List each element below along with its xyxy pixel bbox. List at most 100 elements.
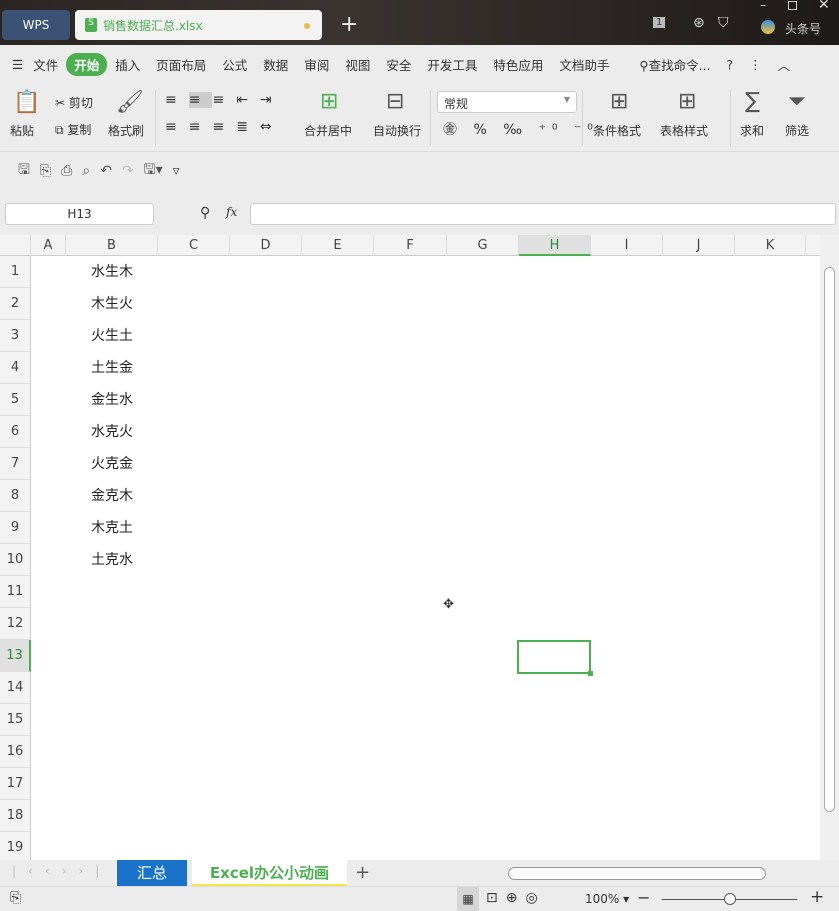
- wps-home-tab[interactable]: WPS: [2, 10, 70, 40]
- print-icon[interactable]: ⎙: [61, 163, 72, 179]
- selected-cell[interactable]: [517, 640, 591, 674]
- cell-B4[interactable]: 土生金: [66, 352, 158, 384]
- sheet-tab-summary[interactable]: 汇总: [117, 860, 187, 886]
- more-save-icon[interactable]: 🖫▾: [144, 159, 163, 183]
- row-header-19[interactable]: 19: [0, 832, 31, 860]
- row-header-8[interactable]: 8: [0, 480, 31, 512]
- help-icon[interactable]: ?: [718, 57, 741, 72]
- menu-data[interactable]: 数据: [255, 55, 296, 74]
- paste-button[interactable]: 粘贴: [10, 122, 34, 139]
- merge-center-button[interactable]: 合并居中: [304, 122, 352, 139]
- column-header-F[interactable]: F: [374, 235, 447, 256]
- cell-B5[interactable]: 金生水: [66, 384, 158, 416]
- align-buttons-bottom[interactable]: ≡≡≡≣⇔: [165, 119, 284, 135]
- cell-B7[interactable]: 火克金: [66, 448, 158, 480]
- format-painter-button[interactable]: 格式刷: [108, 122, 144, 139]
- merge-icon[interactable]: ⊞: [320, 89, 338, 114]
- cell-B8[interactable]: 金克木: [66, 480, 158, 512]
- formula-input[interactable]: [250, 203, 836, 225]
- column-header-B[interactable]: B: [66, 235, 158, 256]
- print-preview-icon[interactable]: ⌕: [82, 163, 90, 179]
- column-header-C[interactable]: C: [158, 235, 230, 256]
- cell-B1[interactable]: 水生木: [66, 256, 158, 288]
- horizontal-scrollbar[interactable]: [508, 867, 766, 880]
- conditional-format-icon[interactable]: ⊞: [610, 89, 628, 114]
- avatar[interactable]: [761, 20, 775, 34]
- column-header-partial[interactable]: [806, 235, 820, 256]
- number-format-buttons[interactable]: ㊎ % ‰ ⁺⁰ ⁻⁰: [443, 119, 599, 139]
- zoom-formula-icon[interactable]: ⚲: [200, 205, 210, 221]
- row-header-3[interactable]: 3: [0, 320, 31, 352]
- row-header-10[interactable]: 10: [0, 544, 31, 576]
- shirt-icon[interactable]: ⛉: [718, 15, 729, 31]
- row-header-18[interactable]: 18: [0, 800, 31, 832]
- table-style-button[interactable]: 表格样式: [660, 122, 708, 139]
- fx-button[interactable]: fx: [226, 205, 237, 219]
- save-icon[interactable]: 🖫: [18, 159, 30, 183]
- more-icon[interactable]: ⋮: [741, 57, 770, 72]
- zoom-level[interactable]: 100% ▾: [585, 892, 629, 906]
- menu-formula[interactable]: 公式: [214, 55, 255, 74]
- number-format-select[interactable]: 常规▼: [437, 91, 577, 113]
- vertical-scrollbar[interactable]: [820, 235, 839, 860]
- cell-B9[interactable]: 木克土: [66, 512, 158, 544]
- cell-B10[interactable]: 土克水: [66, 544, 158, 576]
- name-box[interactable]: H13: [5, 203, 154, 225]
- menu-developer[interactable]: 开发工具: [419, 55, 485, 74]
- menu-file[interactable]: 文件: [25, 55, 66, 74]
- close-button[interactable]: ✕: [818, 0, 830, 13]
- account-name[interactable]: 头条号: [785, 20, 821, 37]
- zoom-slider-handle[interactable]: [724, 893, 736, 905]
- filter-button[interactable]: 筛选: [785, 122, 809, 139]
- export-icon[interactable]: ⎘: [40, 163, 51, 179]
- search-command[interactable]: ⚲查找命令...: [631, 55, 718, 74]
- cell-B3[interactable]: 火生土: [66, 320, 158, 352]
- collapse-ribbon-icon[interactable]: ︿: [770, 55, 799, 74]
- row-header-6[interactable]: 6: [0, 416, 31, 448]
- sheet-tab-active[interactable]: Excel办公小动画: [192, 860, 347, 886]
- menu-review[interactable]: 审阅: [296, 55, 337, 74]
- menu-page-layout[interactable]: 页面布局: [148, 55, 214, 74]
- cut-button[interactable]: ✂ 剪切: [55, 94, 93, 111]
- row-header-13[interactable]: 13: [0, 640, 31, 672]
- row-header-12[interactable]: 12: [0, 608, 31, 640]
- file-tab[interactable]: S销售数据汇总.xlsx: [75, 10, 322, 40]
- add-sheet-button[interactable]: +: [355, 862, 370, 883]
- column-header-H[interactable]: H: [519, 235, 591, 256]
- column-header-G[interactable]: G: [447, 235, 519, 256]
- undo-icon[interactable]: ↶: [100, 163, 112, 179]
- sheet-nav-buttons[interactable]: |‹‹››|: [12, 864, 111, 878]
- align-buttons-top[interactable]: ≡≡≡⇤⇥: [165, 92, 284, 108]
- wrap-icon[interactable]: ⊟: [386, 89, 404, 114]
- row-header-2[interactable]: 2: [0, 288, 31, 320]
- menu-doc-assistant[interactable]: 文档助手: [551, 55, 617, 74]
- column-header-A[interactable]: A: [31, 235, 66, 256]
- wrap-text-button[interactable]: 自动换行: [373, 122, 421, 139]
- row-header-16[interactable]: 16: [0, 736, 31, 768]
- normal-view-icon[interactable]: ▦: [457, 887, 479, 911]
- zoom-out-button[interactable]: −: [637, 888, 650, 907]
- row-header-7[interactable]: 7: [0, 448, 31, 480]
- maximize-button[interactable]: [788, 1, 797, 10]
- vertical-scroll-thumb[interactable]: [824, 267, 835, 812]
- column-header-D[interactable]: D: [230, 235, 302, 256]
- sum-icon[interactable]: ∑: [745, 89, 760, 114]
- menu-security[interactable]: 安全: [378, 55, 419, 74]
- cell-B6[interactable]: 水克火: [66, 416, 158, 448]
- fill-handle[interactable]: [588, 671, 593, 676]
- sum-button[interactable]: 求和: [740, 122, 764, 139]
- menu-home[interactable]: 开始: [66, 53, 107, 76]
- brush-icon[interactable]: 🖌: [116, 90, 144, 115]
- hamburger-icon[interactable]: ☰: [0, 57, 25, 72]
- table-style-icon[interactable]: ⊞: [678, 89, 696, 114]
- select-all-corner[interactable]: [0, 235, 31, 256]
- skin-icon[interactable]: ⊛: [693, 15, 705, 31]
- window-badge[interactable]: 1: [653, 17, 665, 28]
- column-header-K[interactable]: K: [735, 235, 806, 256]
- row-header-5[interactable]: 5: [0, 384, 31, 416]
- column-header-I[interactable]: I: [591, 235, 663, 256]
- row-header-14[interactable]: 14: [0, 672, 31, 704]
- spreadsheet-grid[interactable]: ABCDEFGHIJK12345678910111213141516171819…: [0, 235, 820, 860]
- filter-icon[interactable]: ⏷: [788, 89, 806, 114]
- redo-icon[interactable]: ↷: [122, 163, 134, 179]
